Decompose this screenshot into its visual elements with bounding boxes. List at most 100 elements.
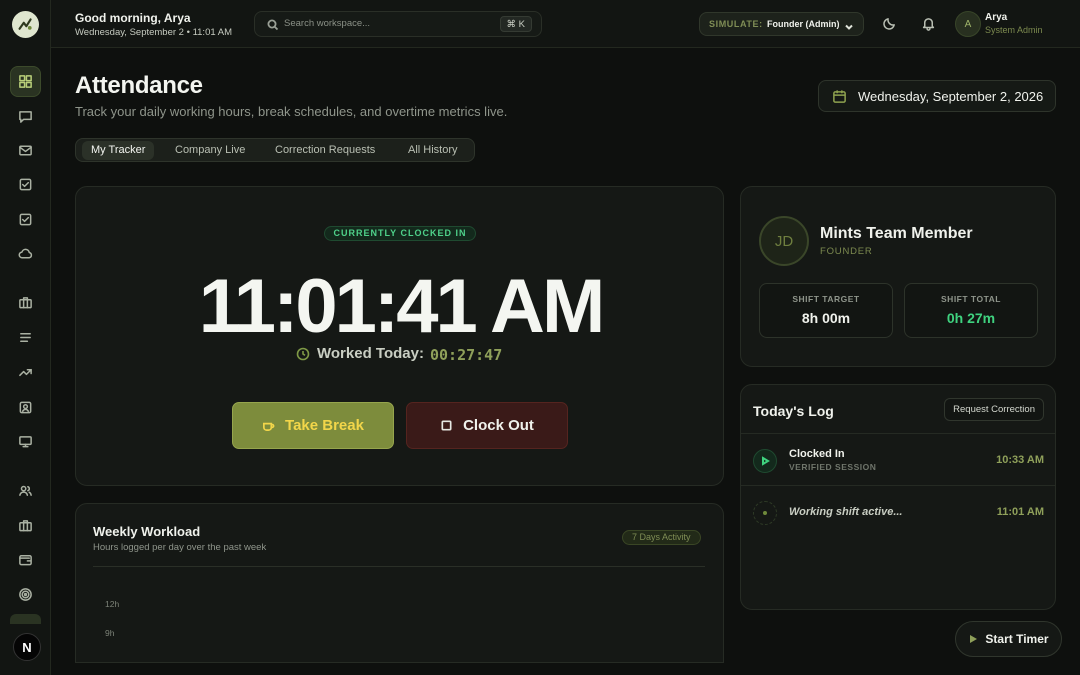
notifications-bell-icon[interactable]	[921, 16, 936, 31]
search-icon	[267, 18, 279, 31]
shift-total-value: 0h 27m	[946, 310, 996, 326]
todays-log-card: Today's Log Request Correction Clocked I…	[740, 384, 1056, 610]
sidebar-item-dashboard[interactable]	[10, 66, 41, 97]
divider	[741, 433, 1055, 434]
wallet-icon	[19, 555, 32, 566]
page-subtitle: Track your daily working hours, break sc…	[75, 104, 508, 119]
monitor-icon	[19, 436, 32, 448]
search-input[interactable]: Search workspace... ⌘ K	[254, 11, 542, 37]
play-icon	[753, 449, 777, 473]
greeting-title: Good morning, Arya	[75, 11, 191, 25]
y-tick-label: 9h	[105, 628, 115, 638]
start-timer-button[interactable]: Start Timer	[955, 621, 1062, 657]
tracker-card: CURRENTLY CLOCKED IN 11:01:41 AM Worked …	[75, 186, 724, 486]
play-icon	[970, 635, 978, 643]
status-badge: CURRENTLY CLOCKED IN	[324, 226, 476, 241]
member-avatar: JD	[759, 216, 809, 266]
coffee-cup-icon	[263, 422, 275, 431]
take-break-button[interactable]: Take Break	[232, 402, 394, 449]
sidebar-item-profile[interactable]	[10, 392, 41, 423]
sidebar-item-portfolio[interactable]	[10, 510, 41, 541]
clock-icon	[296, 347, 310, 366]
member-name: Mints Team Member	[820, 225, 973, 242]
calendar-icon	[832, 89, 847, 109]
y-tick-label: 12h	[105, 599, 120, 609]
worked-today-value: 00:27:47	[430, 346, 503, 364]
sidebar-item-mail[interactable]	[10, 135, 41, 166]
sidebar-item-goals[interactable]	[10, 579, 41, 610]
app-logo[interactable]	[12, 11, 39, 38]
take-break-label: Take Break	[285, 417, 364, 434]
stop-square-icon	[441, 420, 452, 431]
pending-dot-icon	[753, 501, 777, 525]
shift-total-label: SHIFT TOTAL	[941, 294, 1001, 304]
trending-icon	[19, 368, 32, 377]
start-timer-label: Start Timer	[985, 632, 1049, 646]
greeting-datetime: Wednesday, September 2 • 11:01 AM	[75, 27, 233, 38]
sidebar-item-tasks[interactable]	[10, 169, 41, 200]
log-time: 10:33 AM	[996, 454, 1044, 466]
shift-target-label: SHIFT TARGET	[792, 294, 860, 304]
member-role: FOUNDER	[820, 246, 873, 257]
sidebar-item-approvals[interactable]	[10, 204, 41, 235]
cloud-icon	[18, 248, 33, 259]
log-event: Working shift active...	[789, 506, 903, 518]
shift-target-stat: SHIFT TARGET 8h 00m	[759, 283, 893, 338]
user-avatar[interactable]: A	[955, 11, 981, 37]
clock-out-button[interactable]: Clock Out	[406, 402, 568, 449]
log-event: Clocked In	[789, 448, 845, 460]
sidebar-item-analytics[interactable]	[10, 357, 41, 388]
weekly-title: Weekly Workload	[93, 524, 201, 539]
clock-out-label: Clock Out	[463, 417, 534, 434]
theme-toggle-moon-icon[interactable]	[882, 16, 897, 31]
list-icon	[20, 333, 31, 342]
profile-card-icon	[19, 401, 32, 414]
divider	[741, 485, 1055, 486]
sidebar-item-partial	[10, 614, 41, 624]
task-check-icon	[19, 178, 32, 191]
dashboard-icon	[19, 75, 32, 88]
users-icon	[19, 485, 32, 496]
sidebar-item-monitor[interactable]	[10, 426, 41, 457]
chevron-down-icon	[844, 19, 854, 37]
profile-card: JD Mints Team Member FOUNDER SHIFT TARGE…	[740, 186, 1056, 367]
sidebar-item-cloud[interactable]	[10, 238, 41, 269]
workspace-avatar[interactable]: N	[13, 633, 41, 661]
current-date: Wednesday, September 2, 2026	[858, 89, 1044, 104]
target-icon	[19, 588, 32, 601]
shift-total-stat: SHIFT TOTAL 0h 27m	[904, 283, 1038, 338]
mail-icon	[19, 145, 32, 156]
tab-correction-requests[interactable]: Correction Requests	[266, 141, 384, 160]
sidebar-item-wallet[interactable]	[10, 544, 41, 575]
attendance-tabs: My Tracker Company Live Correction Reque…	[75, 138, 475, 162]
tab-company-live[interactable]: Company Live	[166, 141, 254, 160]
sidebar-item-chat[interactable]	[10, 101, 41, 132]
log-meta: VERIFIED SESSION	[789, 462, 877, 472]
sidebar-item-briefcase[interactable]	[10, 287, 41, 318]
weekly-subtitle: Hours logged per day over the past week	[93, 542, 267, 553]
page-title: Attendance	[75, 72, 203, 99]
approvals-check-icon	[19, 213, 32, 226]
tab-my-tracker[interactable]: My Tracker	[82, 141, 155, 160]
search-placeholder: Search workspace...	[284, 18, 371, 29]
briefcase-icon	[19, 297, 32, 309]
tab-all-history[interactable]: All History	[399, 141, 467, 160]
chat-icon	[19, 111, 32, 123]
portfolio-icon	[19, 520, 32, 532]
simulate-role-dropdown[interactable]: SIMULATE: Founder (Admin)	[699, 12, 864, 36]
log-time: 11:01 AM	[996, 506, 1044, 518]
worked-today-label: Worked Today:	[317, 345, 424, 362]
live-clock: 11:01:41 AM	[198, 264, 606, 349]
shift-target-value: 8h 00m	[801, 310, 851, 326]
date-display[interactable]: Wednesday, September 2, 2026	[818, 80, 1056, 112]
user-role: System Admin	[985, 25, 1043, 35]
divider	[93, 566, 705, 567]
sidebar-item-list[interactable]	[10, 322, 41, 353]
top-header: Good morning, Arya Wednesday, September …	[51, 0, 1080, 48]
request-correction-button[interactable]: Request Correction	[944, 398, 1044, 421]
log-title: Today's Log	[753, 403, 834, 419]
activity-badge: 7 Days Activity	[622, 530, 701, 545]
sidebar-item-team[interactable]	[10, 475, 41, 506]
weekly-workload-card: Weekly Workload Hours logged per day ove…	[75, 503, 724, 663]
sidebar: N	[0, 0, 51, 675]
